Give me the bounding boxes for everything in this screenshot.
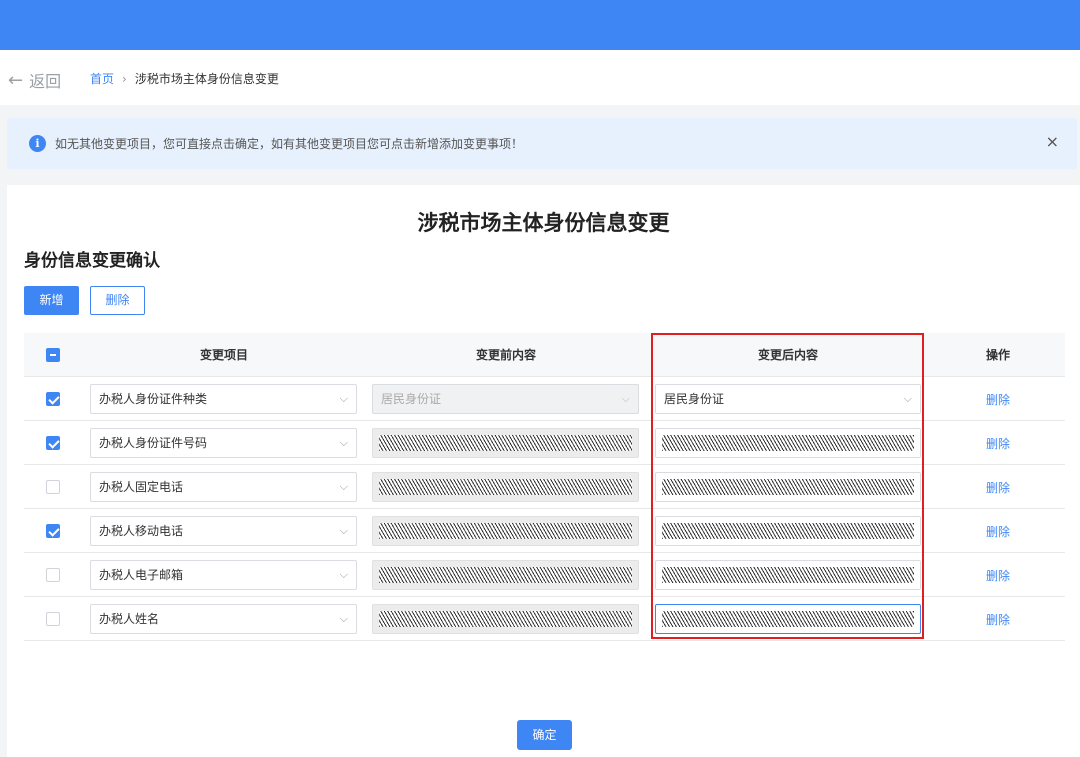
change-item-select[interactable]: 办税人电子邮箱 ⌵ [90, 560, 357, 590]
before-content-redacted [372, 428, 639, 458]
navigation-row: ← 返回 首页 › 涉税市场主体身份信息变更 [0, 50, 1080, 105]
chevron-down-icon: ⌵ [339, 392, 348, 405]
redaction-mask [662, 523, 914, 539]
add-button[interactable]: 新增 [24, 286, 79, 315]
chevron-down-icon: ⌵ [903, 392, 912, 405]
row-checkbox[interactable] [46, 612, 60, 626]
row-delete-link[interactable]: 删除 [968, 567, 1028, 584]
breadcrumb: 首页 › 涉税市场主体身份信息变更 [90, 70, 279, 87]
table-row: 办税人电子邮箱 ⌵ 删除 [24, 553, 1065, 597]
breadcrumb-home-link[interactable]: 首页 [90, 70, 114, 87]
change-item-select[interactable]: 办税人身份证件号码 ⌵ [90, 428, 357, 458]
table-row: 办税人身份证件种类 ⌵ 居民身份证 ⌵ 居民身份证 ⌵ 删除 [24, 377, 1065, 421]
info-icon: i [29, 135, 46, 152]
after-content-input[interactable] [655, 516, 921, 546]
redaction-mask [662, 611, 914, 627]
change-item-value: 办税人固定电话 [99, 480, 184, 494]
before-content-redacted [372, 472, 639, 502]
back-button[interactable]: ← 返回 [8, 68, 61, 92]
change-item-value: 办税人身份证件种类 [99, 392, 208, 406]
row-checkbox[interactable] [46, 392, 60, 406]
redaction-mask [379, 611, 632, 627]
table-body: 办税人身份证件种类 ⌵ 居民身份证 ⌵ 居民身份证 ⌵ 删除 办税人身份证件号码 ⌵ 删除 办税人固… [24, 377, 1065, 641]
table-row: 办税人身份证件号码 ⌵ 删除 [24, 421, 1065, 465]
change-item-select[interactable]: 办税人姓名 ⌵ [90, 604, 357, 634]
row-checkbox[interactable] [46, 524, 60, 538]
after-content-input[interactable] [655, 472, 921, 502]
chevron-down-icon: ⌵ [339, 524, 348, 537]
after-content-input[interactable] [655, 604, 921, 634]
table-row: 办税人姓名 ⌵ 删除 [24, 597, 1065, 641]
info-alert: i 如无其他变更项目，您可直接点击确定，如有其他变更项目您可点击新增添加变更事项… [7, 118, 1077, 169]
change-item-select[interactable]: 办税人移动电话 ⌵ [90, 516, 357, 546]
change-item-value: 办税人姓名 [99, 612, 160, 626]
redaction-mask [662, 567, 914, 583]
section-title: 身份信息变更确认 [24, 251, 160, 271]
change-item-select[interactable]: 办税人身份证件种类 ⌵ [90, 384, 357, 414]
after-content-select[interactable]: 居民身份证 ⌵ [655, 384, 921, 414]
chevron-down-icon: ⌵ [621, 392, 630, 405]
redaction-mask [662, 479, 914, 495]
select-all-checkbox[interactable] [46, 348, 60, 362]
column-header-item: 变更项目 [199, 348, 248, 362]
row-delete-link[interactable]: 删除 [968, 435, 1028, 452]
row-delete-link[interactable]: 删除 [968, 391, 1028, 408]
close-icon[interactable]: × [1046, 132, 1059, 151]
before-content-value: 居民身份证 [381, 392, 442, 406]
before-content-redacted [372, 560, 639, 590]
change-item-value: 办税人身份证件号码 [99, 436, 208, 450]
change-item-select[interactable]: 办税人固定电话 ⌵ [90, 472, 357, 502]
column-header-before: 变更前内容 [475, 348, 536, 362]
row-delete-link[interactable]: 删除 [968, 479, 1028, 496]
before-content-redacted [372, 516, 639, 546]
chevron-right-icon: › [122, 71, 127, 86]
chevron-down-icon: ⌵ [339, 436, 348, 449]
row-checkbox[interactable] [46, 568, 60, 582]
change-item-value: 办税人移动电话 [99, 524, 184, 538]
row-checkbox[interactable] [46, 436, 60, 450]
redaction-mask [379, 567, 632, 583]
row-delete-link[interactable]: 删除 [968, 523, 1028, 540]
table-row: 办税人固定电话 ⌵ 删除 [24, 465, 1065, 509]
confirm-button[interactable]: 确定 [517, 720, 572, 750]
column-header-action: 操作 [985, 348, 1010, 362]
change-table: 变更项目 变更前内容 变更后内容 操作 办税人身份证件种类 ⌵ 居民身份证 ⌵ 居民身份… [24, 333, 1065, 641]
redaction-mask [662, 435, 914, 451]
after-content-input[interactable] [655, 428, 921, 458]
main-card: 涉税市场主体身份信息变更 身份信息变更确认 新增 删除 变更项目 变更前内容 变… [7, 185, 1080, 757]
breadcrumb-current: 涉税市场主体身份信息变更 [134, 72, 279, 86]
chevron-down-icon: ⌵ [339, 612, 348, 625]
redaction-mask [379, 523, 632, 539]
before-content-redacted [372, 604, 639, 634]
row-delete-link[interactable]: 删除 [968, 611, 1028, 628]
chevron-down-icon: ⌵ [339, 480, 348, 493]
after-content-input[interactable] [655, 560, 921, 590]
page-title: 涉税市场主体身份信息变更 [417, 211, 670, 235]
table-row: 办税人移动电话 ⌵ 删除 [24, 509, 1065, 553]
delete-button[interactable]: 删除 [90, 286, 145, 315]
after-content-value: 居民身份证 [664, 392, 725, 406]
redaction-mask [379, 435, 632, 451]
change-item-value: 办税人电子邮箱 [99, 568, 184, 582]
chevron-down-icon: ⌵ [339, 568, 348, 581]
alert-message: 如无其他变更项目，您可直接点击确定，如有其他变更项目您可点击新增添加变更事项！ [55, 137, 524, 151]
row-checkbox[interactable] [46, 480, 60, 494]
redaction-mask [379, 479, 632, 495]
before-content-select: 居民身份证 ⌵ [372, 384, 639, 414]
back-label: 返回 [29, 72, 62, 91]
top-header-bar [0, 0, 1080, 50]
column-header-after: 变更后内容 [757, 348, 818, 362]
table-header: 变更项目 变更前内容 变更后内容 操作 [24, 333, 1065, 377]
arrow-left-icon: ← [8, 69, 24, 91]
